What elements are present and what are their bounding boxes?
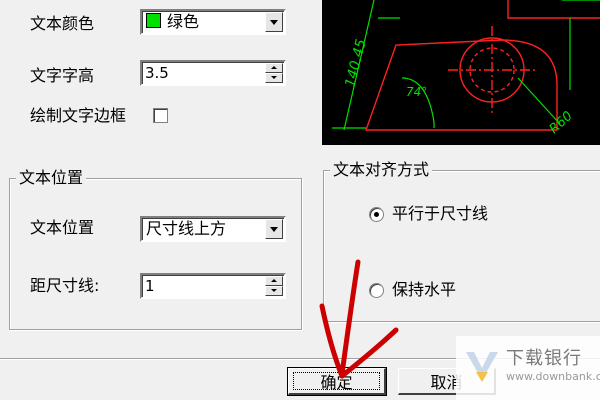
offset-label: 距尺寸线: [30, 276, 100, 295]
text-position-group-title: 文本位置 [16, 168, 87, 188]
text-height-label: 文字字高 [30, 66, 95, 85]
preview-drawing: 140.45 74° R60 [332, 0, 600, 137]
spin-up-icon[interactable] [265, 63, 283, 73]
dimension-preview: 140.45 74° R60 [322, 0, 600, 145]
radio-parallel-label[interactable]: 平行于尺寸线 [392, 204, 488, 224]
text-height-spinner[interactable]: 3.5 [140, 60, 286, 86]
radius-leader [517, 77, 561, 125]
spin-up-icon[interactable] [265, 276, 283, 286]
dimension-length-text: 140.45 [342, 37, 369, 88]
offset-value[interactable]: 1 [145, 276, 155, 296]
spin-down-icon[interactable] [265, 286, 283, 296]
chevron-down-icon[interactable] [265, 219, 283, 239]
draw-frame-checkbox[interactable] [153, 108, 168, 123]
alignment-group [323, 170, 600, 322]
text-position-group [9, 178, 302, 330]
text-position-value: 尺寸线上方 [146, 219, 227, 238]
watermark-text: 下载银行 [506, 348, 582, 369]
alignment-group-title: 文本对齐方式 [330, 160, 433, 180]
watermark-logo-icon [466, 352, 498, 382]
angle-text: 74° [406, 85, 427, 99]
text-position-dropdown[interactable]: 尺寸线上方 [140, 216, 286, 242]
text-color-dropdown[interactable]: 绿色 [140, 9, 286, 35]
part-outline [365, 39, 558, 131]
radius-text: R60 [547, 109, 576, 137]
offset-spinner[interactable]: 1 [140, 273, 286, 299]
text-color-label: 文本颜色 [30, 14, 95, 33]
radio-horizontal[interactable] [369, 283, 384, 298]
chevron-down-icon[interactable] [265, 12, 283, 32]
draw-frame-label: 绘制文字边框 [30, 106, 127, 125]
radio-horizontal-label[interactable]: 保持水平 [392, 280, 456, 300]
text-height-value[interactable]: 3.5 [145, 63, 169, 83]
spin-down-icon[interactable] [265, 73, 283, 83]
ok-button[interactable]: 确定 [287, 367, 387, 396]
color-swatch [146, 13, 161, 28]
watermark: 下载银行 www.downbank.cn [456, 336, 600, 400]
watermark-subtext: www.downbank.cn [506, 370, 600, 383]
text-color-value: 绿色 [167, 12, 200, 31]
radio-parallel[interactable] [369, 207, 384, 222]
text-position-label: 文本位置 [30, 218, 95, 237]
